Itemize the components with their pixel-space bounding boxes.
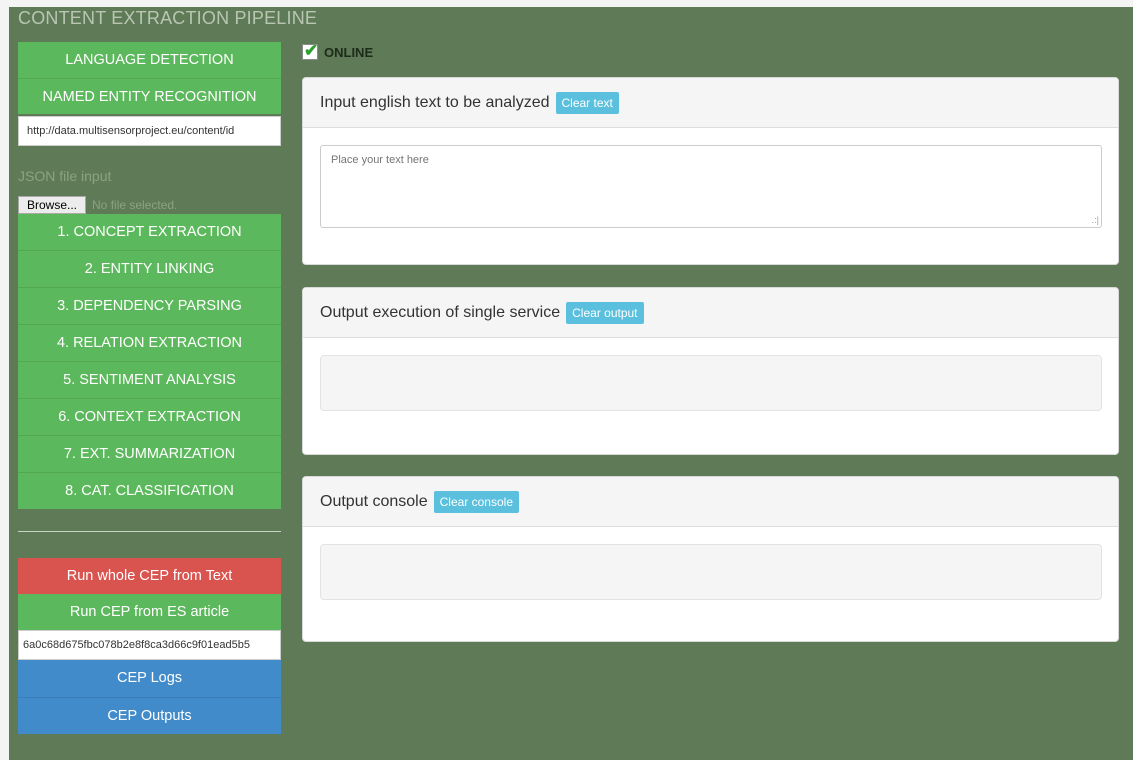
sidebar: LANGUAGE DETECTION NAMED ENTITY RECOGNIT… bbox=[18, 42, 281, 734]
step-cat-classification-button[interactable]: 8. CAT. CLASSIFICATION bbox=[18, 473, 281, 509]
input-panel-body: .:| bbox=[303, 128, 1118, 245]
online-toggle: ✔ ONLINE bbox=[302, 41, 374, 61]
step-context-extraction-button[interactable]: 6. CONTEXT EXTRACTION bbox=[18, 399, 281, 436]
browse-button[interactable]: Browse... bbox=[18, 196, 87, 214]
online-label: ONLINE bbox=[324, 44, 374, 60]
sidebar-divider bbox=[18, 531, 281, 532]
clear-text-button[interactable]: Clear text bbox=[555, 91, 619, 114]
step-relation-extraction-button[interactable]: 4. RELATION EXTRACTION bbox=[18, 325, 281, 362]
console-panel-title: Output console bbox=[320, 492, 428, 510]
step-ext-summarization-button[interactable]: 7. EXT. SUMMARIZATION bbox=[18, 436, 281, 473]
output-panel-title: Output execution of single service bbox=[320, 303, 561, 321]
input-panel-heading: Input english text to be analyzed Clear … bbox=[303, 78, 1118, 128]
cep-outputs-button[interactable]: CEP Outputs bbox=[18, 697, 281, 734]
input-panel-title: Input english text to be analyzed bbox=[320, 93, 550, 111]
output-panel-heading: Output execution of single service Clear… bbox=[303, 288, 1118, 338]
step-entity-linking-button[interactable]: 2. ENTITY LINKING bbox=[18, 251, 281, 288]
output-panel-body bbox=[303, 338, 1118, 428]
clear-output-button[interactable]: Clear output bbox=[566, 301, 644, 324]
resize-grip-icon[interactable]: .:| bbox=[1092, 216, 1099, 225]
named-entity-recognition-button[interactable]: NAMED ENTITY RECOGNITION bbox=[18, 78, 281, 114]
console-panel: Output console Clear console bbox=[302, 476, 1119, 642]
input-panel: Input english text to be analyzed Clear … bbox=[302, 77, 1119, 265]
clear-console-button[interactable]: Clear console bbox=[433, 490, 519, 513]
article-id-input[interactable] bbox=[18, 630, 281, 660]
left-edge bbox=[0, 0, 9, 760]
text-input-area[interactable] bbox=[320, 145, 1102, 228]
language-detection-button[interactable]: LANGUAGE DETECTION bbox=[18, 42, 281, 78]
online-checkbox[interactable]: ✔ bbox=[302, 41, 319, 60]
file-status-text: No file selected. bbox=[92, 198, 178, 212]
text-area-wrapper: .:| bbox=[320, 145, 1102, 228]
file-input: Browse... No file selected. bbox=[18, 196, 281, 214]
step-dependency-parsing-button[interactable]: 3. DEPENDENCY PARSING bbox=[18, 288, 281, 325]
run-whole-cep-from-text-button[interactable]: Run whole CEP from Text bbox=[18, 558, 281, 594]
step-concept-extraction-button[interactable]: 1. CONCEPT EXTRACTION bbox=[18, 214, 281, 251]
output-box bbox=[320, 355, 1102, 411]
console-panel-body bbox=[303, 527, 1118, 617]
check-icon: ✔ bbox=[304, 41, 319, 60]
run-cep-from-es-article-button[interactable]: Run CEP from ES article bbox=[18, 594, 281, 630]
output-panel: Output execution of single service Clear… bbox=[302, 287, 1119, 455]
step-sentiment-analysis-button[interactable]: 5. SENTIMENT ANALYSIS bbox=[18, 362, 281, 399]
run-controls: Run whole CEP from Text Run CEP from ES … bbox=[18, 558, 281, 734]
console-panel-heading: Output console Clear console bbox=[303, 477, 1118, 527]
pipeline-steps: 1. CONCEPT EXTRACTION 2. ENTITY LINKING … bbox=[18, 214, 281, 509]
cep-logs-button[interactable]: CEP Logs bbox=[18, 660, 281, 697]
console-box bbox=[320, 544, 1102, 600]
json-file-input-label: JSON file input bbox=[18, 168, 112, 184]
content-url-input[interactable] bbox=[18, 116, 281, 146]
top-edge bbox=[0, 0, 1133, 7]
app-title: CONTENT EXTRACTION PIPELINE bbox=[18, 8, 318, 28]
